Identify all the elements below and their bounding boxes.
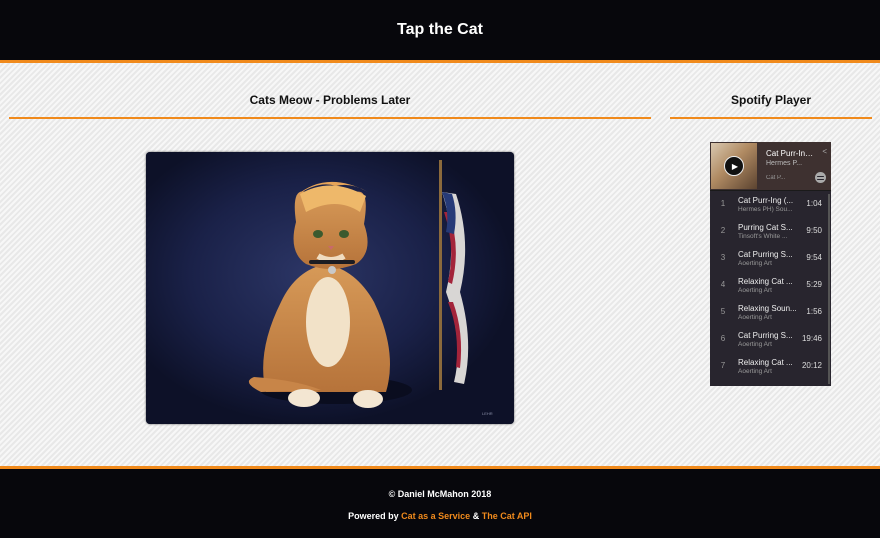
track-number: 5 bbox=[720, 307, 726, 316]
ampersand: & bbox=[472, 511, 480, 521]
cat-as-a-service-link[interactable]: Cat as a Service bbox=[401, 511, 470, 521]
now-playing-title[interactable]: Cat Purr-Ing (Cat... bbox=[766, 149, 816, 158]
track-duration: 1:04 bbox=[806, 199, 822, 208]
the-cat-api-link[interactable]: The Cat API bbox=[482, 511, 532, 521]
track-title: Cat Purring S... bbox=[738, 250, 793, 259]
main-section-title: Cats Meow - Problems Later bbox=[249, 93, 411, 107]
site-header: Tap the Cat bbox=[0, 0, 880, 63]
track-row[interactable]: 4 Relaxing Cat ... Aoerting Art 5:29 bbox=[710, 272, 831, 299]
site-title: Tap the Cat bbox=[397, 21, 483, 38]
track-list: 1 Cat Purr-Ing (... Hermes PH) Sou... 1:… bbox=[710, 191, 831, 380]
track-title: Cat Purring S... bbox=[738, 331, 793, 340]
track-artist: Tinsoft's White ... bbox=[738, 233, 788, 240]
cat-illustration: LEHR bbox=[146, 152, 514, 424]
track-duration: 5:29 bbox=[806, 280, 822, 289]
track-duration: 20:12 bbox=[801, 361, 822, 370]
powered-by-line: Powered by Cat as a Service & The Cat AP… bbox=[0, 511, 880, 521]
track-row[interactable]: 6 Cat Purring S... Aoerting Art 19:46 bbox=[710, 326, 831, 353]
artist-watermark: LEHR bbox=[482, 411, 493, 416]
track-duration: 9:54 bbox=[806, 253, 822, 262]
track-row[interactable]: 5 Relaxing Soun... Aoerting Art 1:56 bbox=[710, 299, 831, 326]
track-title: Relaxing Cat ... bbox=[738, 277, 793, 286]
track-artist: Aoerting Art bbox=[738, 260, 772, 267]
track-duration: 19:46 bbox=[801, 334, 822, 343]
sidebar-section-title: Spotify Player bbox=[730, 93, 812, 107]
spotify-logo-icon[interactable] bbox=[815, 172, 826, 183]
track-number: 2 bbox=[720, 226, 726, 235]
track-row[interactable]: 1 Cat Purr-Ing (... Hermes PH) Sou... 1:… bbox=[710, 191, 831, 218]
track-duration: 1:56 bbox=[806, 307, 822, 316]
site-footer: © Daniel McMahon 2018 Powered by Cat as … bbox=[0, 466, 880, 538]
main-divider bbox=[9, 117, 651, 119]
track-list-scrollbar[interactable] bbox=[828, 194, 830, 384]
track-artist: Aoerting Art bbox=[738, 287, 772, 294]
track-number: 7 bbox=[720, 361, 726, 370]
track-artist: Aoerting Art bbox=[738, 368, 772, 375]
track-artist: Aoerting Art bbox=[738, 314, 772, 321]
powered-by-label: Powered by bbox=[348, 511, 399, 521]
collar bbox=[309, 260, 355, 264]
track-title: Relaxing Cat ... bbox=[738, 358, 793, 367]
play-icon[interactable]: ▶ bbox=[724, 156, 744, 176]
track-row[interactable]: 3 Cat Purring S... Aoerting Art 9:54 bbox=[710, 245, 831, 272]
track-title: Cat Purr-Ing (... bbox=[738, 196, 794, 205]
now-playing-artist[interactable]: Hermes P... bbox=[766, 160, 812, 167]
now-playing-subtitle: Cat P... bbox=[766, 175, 786, 181]
track-number: 1 bbox=[720, 199, 726, 208]
track-title: Purring Cat S... bbox=[738, 223, 793, 232]
sidebar-divider bbox=[670, 117, 872, 119]
track-row[interactable]: 2 Purring Cat S... Tinsoft's White ... 9… bbox=[710, 218, 831, 245]
spotify-player[interactable]: ▶ Cat Purr-Ing (Cat... Hermes P... Cat P… bbox=[710, 142, 831, 386]
copyright-text: © Daniel McMahon 2018 bbox=[388, 489, 492, 499]
track-title: Relaxing Soun... bbox=[738, 304, 797, 313]
cat-image[interactable]: LEHR bbox=[146, 152, 514, 424]
flag-pole bbox=[439, 160, 442, 390]
track-number: 4 bbox=[720, 280, 726, 289]
track-number: 6 bbox=[720, 334, 726, 343]
track-artist: Hermes PH) Sou... bbox=[738, 206, 793, 213]
track-duration: 9:50 bbox=[806, 226, 822, 235]
track-row[interactable]: 7 Relaxing Cat ... Aoerting Art 20:12 bbox=[710, 353, 831, 380]
track-number: 3 bbox=[720, 253, 726, 262]
share-icon[interactable]: < bbox=[822, 147, 827, 156]
player-header: ▶ Cat Purr-Ing (Cat... Hermes P... Cat P… bbox=[710, 142, 831, 191]
track-artist: Aoerting Art bbox=[738, 341, 772, 348]
